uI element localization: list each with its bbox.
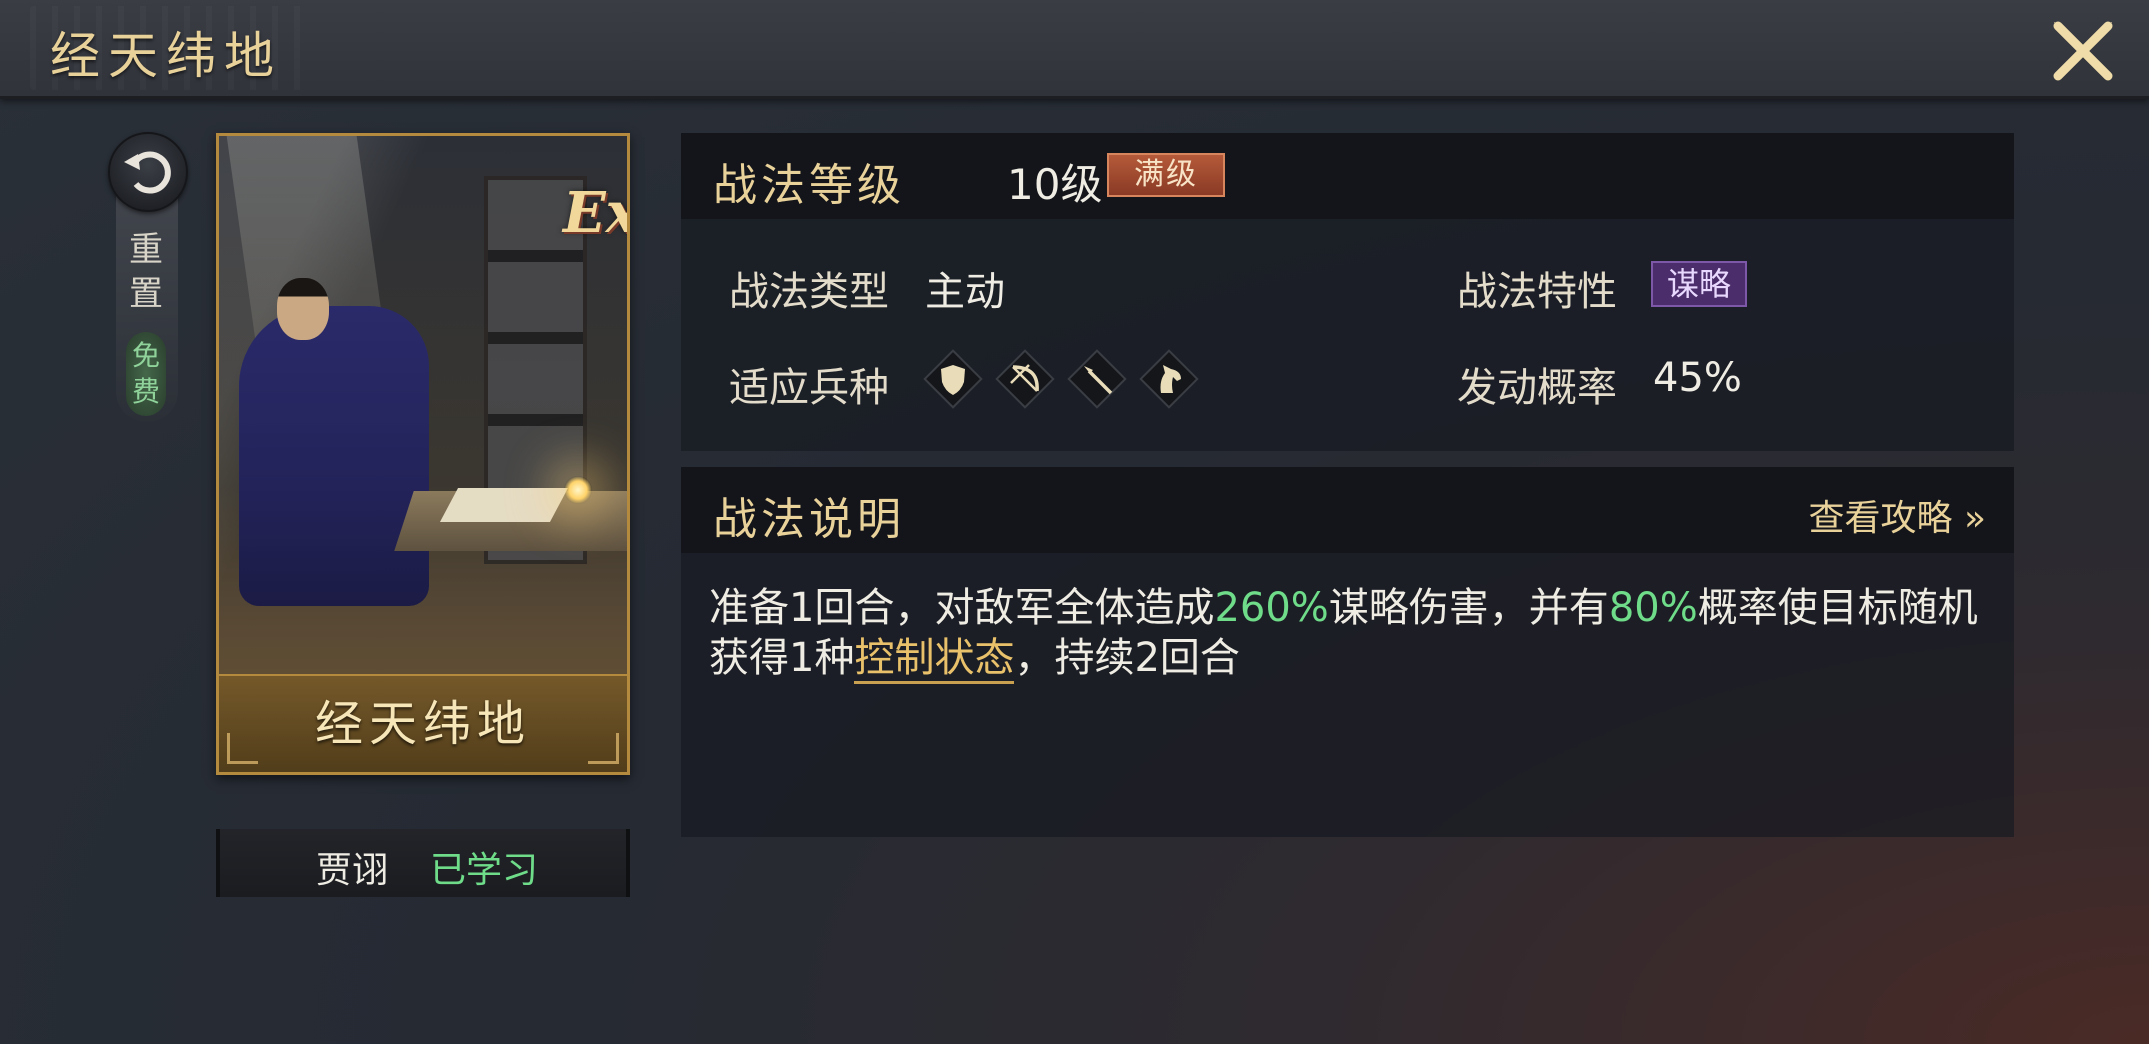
card-name: 经天纬地: [314, 696, 531, 752]
trait-badge: 谋略: [1651, 261, 1747, 307]
corner-ornament: [227, 733, 258, 764]
units-label: 适应兵种: [729, 365, 889, 411]
close-icon[interactable]: [2050, 18, 2116, 84]
control-status-link[interactable]: 控制状态: [854, 635, 1015, 684]
rate-label: 发动概率: [1457, 365, 1617, 411]
reset-label: 重置: [129, 230, 163, 314]
trait-label: 战法特性: [1457, 269, 1617, 315]
corner-ornament: [588, 733, 619, 764]
reset-circle[interactable]: [108, 132, 188, 212]
page-title: 经天纬地: [50, 27, 282, 85]
rate-value: 45%: [1653, 355, 1742, 401]
description-text: 准备1回合，对敌军全体造成260%谋略伤害，并有80%概率使目标随机获得1种控制…: [709, 583, 1979, 684]
damage-rate-value: 260%: [1214, 585, 1329, 631]
view-guide-label: 查看攻略: [1808, 498, 1953, 539]
tactic-info-panel: 战法等级 10级 满级 战法类型 主动 战法特性 谋略 适应兵种 发动概率 45…: [681, 133, 2014, 451]
desc-text-1: 准备1回合，对敌军全体造成: [709, 585, 1215, 631]
description-header: 战法说明 查看攻略 »: [681, 467, 2014, 553]
type-label: 战法类型: [729, 269, 889, 315]
level-title: 战法等级: [713, 160, 905, 211]
level-value: 10级: [1007, 160, 1103, 209]
title-bar: 经天纬地: [0, 0, 2149, 99]
learned-status: 已学习: [430, 850, 539, 891]
description-title: 战法说明: [713, 494, 905, 545]
paper-art: [439, 488, 569, 522]
horse-icon: [1139, 349, 1199, 409]
type-value: 主动: [925, 269, 1005, 315]
scholar-figure-art: [239, 306, 429, 606]
tactic-card: Ex 经天纬地: [216, 133, 630, 775]
desc-text-2: 谋略伤害，并有: [1328, 585, 1609, 631]
tactic-description-panel: 战法说明 查看攻略 » 准备1回合，对敌军全体造成260%谋略伤害，并有80%概…: [681, 467, 2014, 837]
lamp-art: [564, 476, 592, 504]
double-chevron-right-icon: »: [1952, 498, 1986, 539]
owner-bar: 贾诩 已学习: [216, 829, 630, 897]
spear-icon: [1067, 349, 1127, 409]
desc-text-4: ，持续2回合: [1014, 635, 1240, 681]
bow-icon: [995, 349, 1055, 409]
reset-button[interactable]: 重置 免费: [108, 132, 188, 452]
ex-badge: Ex: [563, 180, 627, 246]
view-guide-link[interactable]: 查看攻略 »: [1809, 489, 1986, 541]
level-header: 战法等级 10级 满级: [681, 133, 2014, 219]
control-chance-value: 80%: [1608, 585, 1698, 631]
shield-icon: [923, 349, 983, 409]
scholar-head-art: [277, 278, 329, 340]
owner-name: 贾诩: [316, 850, 389, 891]
free-label: 免费: [131, 339, 160, 408]
undo-icon: [124, 151, 171, 194]
max-level-badge: 满级: [1107, 153, 1225, 197]
